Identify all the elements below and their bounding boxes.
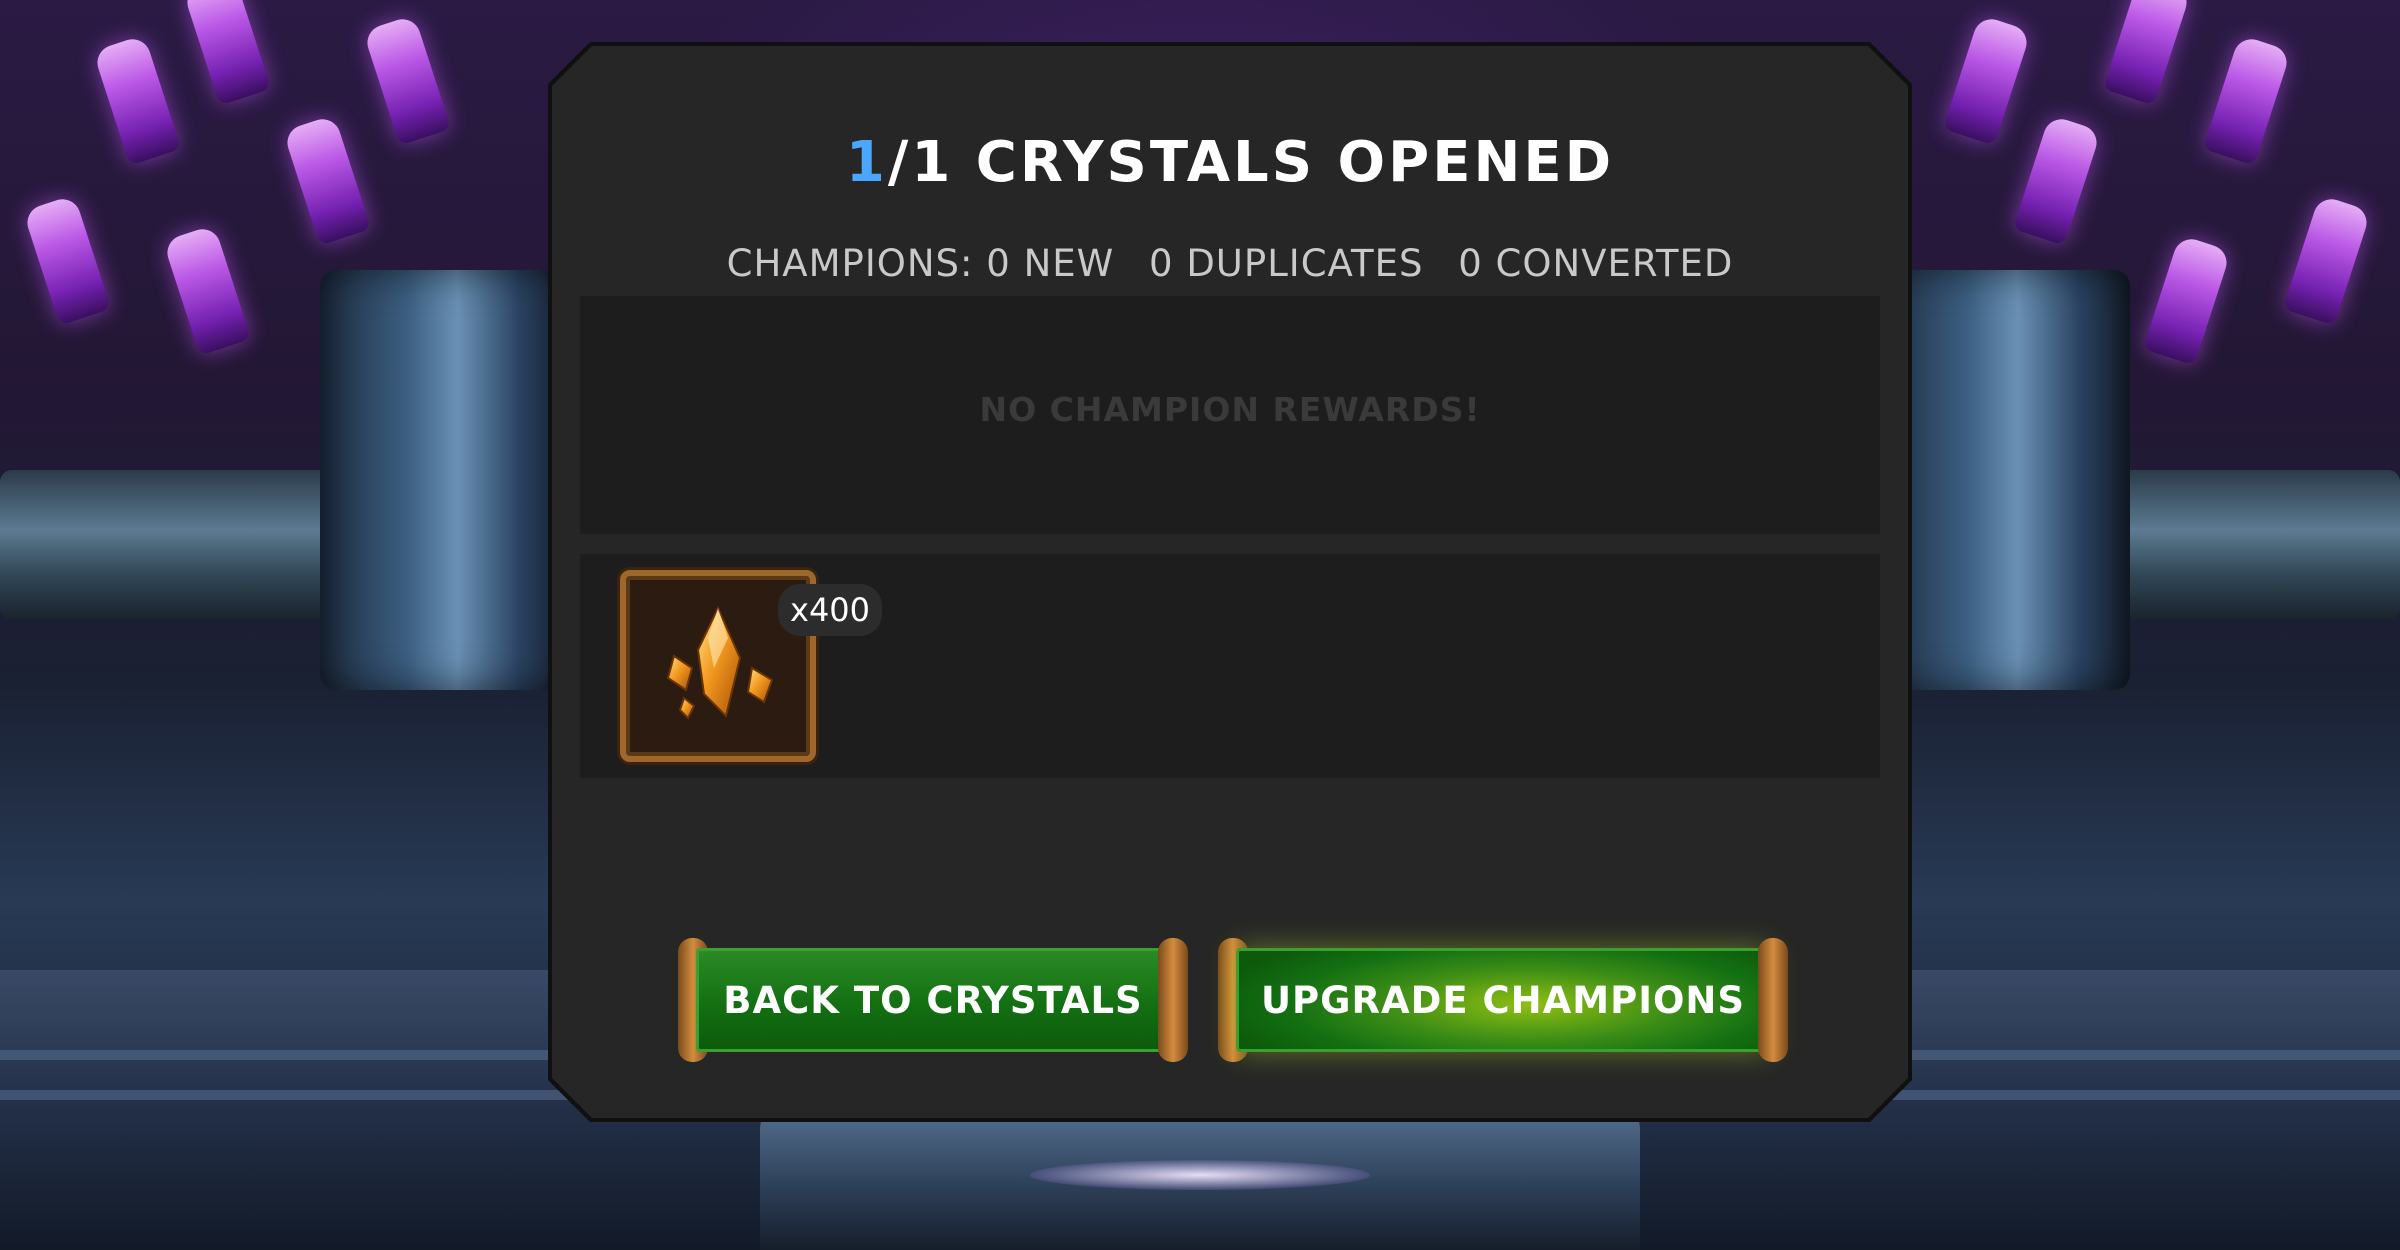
opened-label: /1 CRYSTALS OPENED <box>887 130 1615 195</box>
item-quantity-badge: x400 <box>778 584 883 636</box>
converted-label: CONVERTED <box>1495 242 1734 285</box>
back-to-crystals-label: BACK TO CRYSTALS <box>696 948 1170 1052</box>
converted-count: 0 <box>1458 242 1483 285</box>
upgrade-champions-label: UPGRADE CHAMPIONS <box>1236 948 1770 1052</box>
pedestal-glow <box>1030 1160 1370 1190</box>
crystal-results-screen: 1/1 CRYSTALS OPENED CHAMPIONS: 0 NEW 0 D… <box>0 0 2400 1250</box>
button-cap-right <box>1158 938 1188 1062</box>
opened-count: 1 <box>845 130 888 195</box>
background-pillar <box>320 270 570 690</box>
summary-label: CHAMPIONS: <box>726 242 974 285</box>
item-rewards-area: x400 <box>580 554 1880 778</box>
panel-title: 1/1 CRYSTALS OPENED <box>552 130 1908 195</box>
upgrade-champions-button[interactable]: UPGRADE CHAMPIONS <box>1218 938 1788 1062</box>
new-count: 0 <box>986 242 1011 285</box>
duplicates-label: DUPLICATES <box>1186 242 1424 285</box>
item-reward-tile[interactable]: x400 <box>620 570 883 762</box>
champion-summary: CHAMPIONS: 0 NEW 0 DUPLICATES 0 CONVERTE… <box>552 242 1908 285</box>
shard-crystal-icon <box>666 605 774 720</box>
new-label: NEW <box>1023 242 1115 285</box>
back-to-crystals-button[interactable]: BACK TO CRYSTALS <box>678 938 1188 1062</box>
no-champion-rewards-message: NO CHAMPION REWARDS! <box>979 390 1481 429</box>
duplicates-count: 0 <box>1149 242 1174 285</box>
button-cap-right <box>1758 938 1788 1062</box>
background-pillar <box>1880 270 2130 690</box>
champion-rewards-area: NO CHAMPION REWARDS! <box>580 296 1880 534</box>
results-panel: 1/1 CRYSTALS OPENED CHAMPIONS: 0 NEW 0 D… <box>552 46 1908 1118</box>
